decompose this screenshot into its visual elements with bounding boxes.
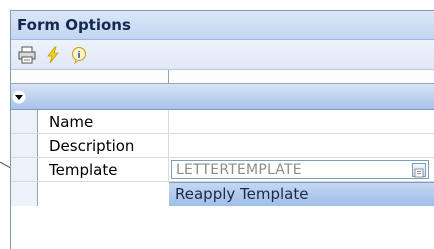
panel-title: Form Options — [11, 11, 434, 40]
row-gutter — [11, 110, 38, 133]
template-browse-button[interactable] — [412, 163, 426, 178]
quick-action-button[interactable] — [43, 45, 63, 65]
form-options-panel: Form Options i Name Description Template… — [10, 10, 434, 249]
grid-column-header — [11, 70, 434, 84]
reapply-template-button[interactable]: Reapply Template — [169, 182, 434, 206]
column-separator[interactable] — [168, 70, 169, 83]
property-group-row[interactable] — [11, 84, 434, 110]
info-icon: i — [72, 46, 86, 64]
property-row-reapply: Reapply Template — [11, 182, 434, 206]
row-gutter — [11, 134, 38, 157]
toolbar: i — [11, 40, 434, 70]
property-value-name[interactable] — [169, 110, 434, 133]
form-icon — [414, 168, 424, 178]
row-gutter — [11, 158, 38, 181]
template-field-value: LETTERTEMPLATE — [176, 162, 302, 178]
lightning-icon — [47, 46, 59, 63]
svg-text:i: i — [77, 51, 80, 61]
collapse-toggle-icon[interactable] — [12, 90, 26, 104]
row-gutter — [11, 182, 38, 206]
info-button[interactable]: i — [69, 45, 89, 65]
property-value-reapply: Reapply Template — [169, 182, 434, 206]
property-label: Description — [49, 137, 135, 155]
property-row-name[interactable]: Name — [11, 110, 434, 134]
printer-icon — [18, 46, 36, 63]
property-row-description[interactable]: Description — [11, 134, 434, 158]
property-label: Name — [49, 113, 94, 131]
property-row-template[interactable]: Template LETTERTEMPLATE — [11, 158, 434, 182]
property-value-template: LETTERTEMPLATE — [169, 158, 434, 181]
template-field[interactable]: LETTERTEMPLATE — [171, 160, 429, 179]
print-button[interactable] — [17, 45, 37, 65]
property-label: Template — [49, 161, 118, 179]
property-value-description[interactable] — [169, 134, 434, 157]
